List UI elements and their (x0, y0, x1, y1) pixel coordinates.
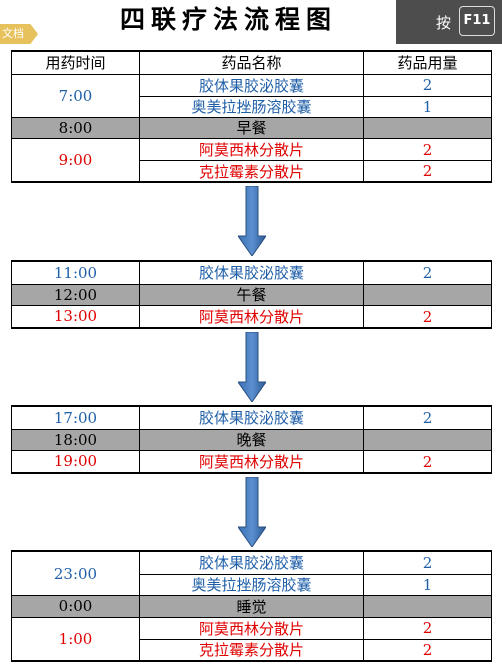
med-list: 阿莫西林分散片 2 (140, 451, 491, 472)
meal-empty (364, 430, 491, 451)
meal-time: 18:00 (12, 429, 140, 450)
med-qty: 2 (422, 452, 433, 471)
med-qty: 2 (422, 162, 433, 181)
meal-empty (364, 596, 491, 617)
med-row: 奥美拉挫肠溶胶囊 1 (140, 95, 491, 117)
med-list: 胶体果胶泌胶囊 2 (140, 407, 491, 429)
med-row: 阿莫西林分散片 2 (140, 306, 491, 327)
med-list: 胶体果胶泌胶囊 2 奥美拉挫肠溶胶囊 1 (140, 552, 491, 595)
f11-key: F11 (459, 6, 495, 36)
table-header: 用药时间 药品名称 药品用量 (12, 52, 491, 74)
schedule-block: 23:00 胶体果胶泌胶囊 2 奥美拉挫肠溶胶囊 1 0:00 睡觉 1:00 阿莫西林分散片 2… (11, 550, 492, 662)
meal-label: 晚餐 (140, 429, 364, 450)
meal-label: 睡觉 (140, 596, 364, 617)
down-arrow-icon (238, 477, 266, 547)
med-list: 胶体果胶泌胶囊 2 (140, 262, 491, 284)
meal-time: 8:00 (12, 117, 140, 138)
dose-group: 11:00 胶体果胶泌胶囊 2 (12, 262, 491, 284)
page-title: 四联疗法流程图 (120, 5, 338, 34)
med-name: 阿莫西林分散片 (140, 451, 364, 472)
meal-time: 0:00 (12, 596, 140, 617)
med-qty: 2 (422, 140, 433, 159)
med-row: 阿莫西林分散片 2 (140, 451, 491, 472)
dose-time: 7:00 (12, 74, 140, 117)
med-row: 胶体果胶泌胶囊 2 (140, 552, 491, 574)
med-name: 奥美拉挫肠溶胶囊 (140, 96, 364, 117)
schedule-block: 11:00 胶体果胶泌胶囊 2 12:00 午餐 13:00 阿莫西林分散片 2 (11, 260, 492, 329)
med-list: 阿莫西林分散片 2 克拉霉素分散片 2 (140, 617, 491, 660)
dose-group: 9:00 阿莫西林分散片 2 克拉霉素分散片 2 (12, 138, 491, 182)
med-qty: 1 (422, 97, 433, 116)
med-name: 阿莫西林分散片 (140, 306, 364, 327)
dose-group: 17:00 胶体果胶泌胶囊 2 (12, 407, 491, 429)
meal-empty (364, 285, 491, 306)
med-qty: 2 (422, 307, 433, 326)
med-row: 奥美拉挫肠溶胶囊 1 (140, 573, 491, 595)
med-qty: 2 (422, 263, 433, 282)
med-row: 克拉霉素分散片 2 (140, 638, 491, 660)
hint-text: 按 (436, 14, 452, 32)
med-list: 胶体果胶泌胶囊 2 奥美拉挫肠溶胶囊 1 (140, 74, 491, 117)
meal-row: 18:00 晚餐 (12, 428, 491, 451)
med-name: 克拉霉素分散片 (140, 161, 364, 182)
meal-row: 0:00 睡觉 (12, 595, 491, 617)
header-time: 用药时间 (12, 52, 140, 74)
down-arrow-icon (238, 186, 266, 256)
med-qty: 2 (422, 619, 433, 637)
med-row: 阿莫西林分散片 2 (140, 617, 491, 639)
dose-time: 23:00 (12, 552, 140, 595)
fullscreen-hint: 按 F11 (396, 0, 502, 44)
dose-time: 1:00 (12, 617, 140, 660)
med-name: 奥美拉挫肠溶胶囊 (140, 574, 364, 595)
med-qty: 2 (422, 408, 433, 427)
meal-empty (364, 118, 491, 139)
dose-time: 11:00 (12, 262, 140, 284)
med-qty: 2 (422, 640, 433, 659)
down-arrow-icon (238, 332, 266, 402)
header-name: 药品名称 (140, 52, 364, 74)
med-row: 胶体果胶泌胶囊 2 (140, 407, 491, 429)
meal-label: 午餐 (140, 284, 364, 305)
dose-time: 19:00 (12, 451, 140, 472)
meal-label: 早餐 (140, 117, 364, 138)
med-name: 阿莫西林分散片 (140, 139, 364, 160)
schedule-block: 用药时间 药品名称 药品用量 7:00 胶体果胶泌胶囊 2 奥美拉挫肠溶胶囊 1 8:00 早餐 9… (11, 50, 492, 183)
header-qty: 药品用量 (397, 54, 458, 73)
med-name: 胶体果胶泌胶囊 (140, 74, 364, 96)
meal-row: 8:00 早餐 (12, 116, 491, 139)
med-row: 阿莫西林分散片 2 (140, 139, 491, 160)
meal-row: 12:00 午餐 (12, 283, 491, 306)
schedule-block: 17:00 胶体果胶泌胶囊 2 18:00 晚餐 19:00 阿莫西林分散片 2 (11, 405, 492, 474)
med-name: 胶体果胶泌胶囊 (140, 552, 364, 574)
dose-group: 23:00 胶体果胶泌胶囊 2 奥美拉挫肠溶胶囊 1 (12, 552, 491, 595)
med-qty: 2 (422, 76, 433, 94)
med-name: 胶体果胶泌胶囊 (140, 407, 364, 429)
dose-group: 1:00 阿莫西林分散片 2 克拉霉素分散片 2 (12, 616, 491, 660)
med-qty: 2 (422, 553, 433, 572)
meal-time: 12:00 (12, 284, 140, 305)
med-name: 克拉霉素分散片 (140, 639, 364, 660)
dose-group: 19:00 阿莫西林分散片 2 (12, 450, 491, 472)
document-tab[interactable]: 文档 (0, 24, 38, 44)
dose-time: 17:00 (12, 407, 140, 429)
dose-group: 7:00 胶体果胶泌胶囊 2 奥美拉挫肠溶胶囊 1 (12, 73, 491, 117)
med-list: 阿莫西林分散片 2 (140, 306, 491, 327)
med-row: 胶体果胶泌胶囊 2 (140, 262, 491, 284)
med-list: 阿莫西林分散片 2 克拉霉素分散片 2 (140, 139, 491, 182)
med-row: 胶体果胶泌胶囊 2 (140, 74, 491, 96)
med-name: 阿莫西林分散片 (140, 617, 364, 639)
dose-time: 13:00 (12, 306, 140, 327)
dose-group: 13:00 阿莫西林分散片 2 (12, 305, 491, 327)
med-qty: 1 (422, 575, 433, 594)
dose-time: 9:00 (12, 139, 140, 181)
med-row: 克拉霉素分散片 2 (140, 160, 491, 182)
med-name: 胶体果胶泌胶囊 (140, 262, 364, 284)
